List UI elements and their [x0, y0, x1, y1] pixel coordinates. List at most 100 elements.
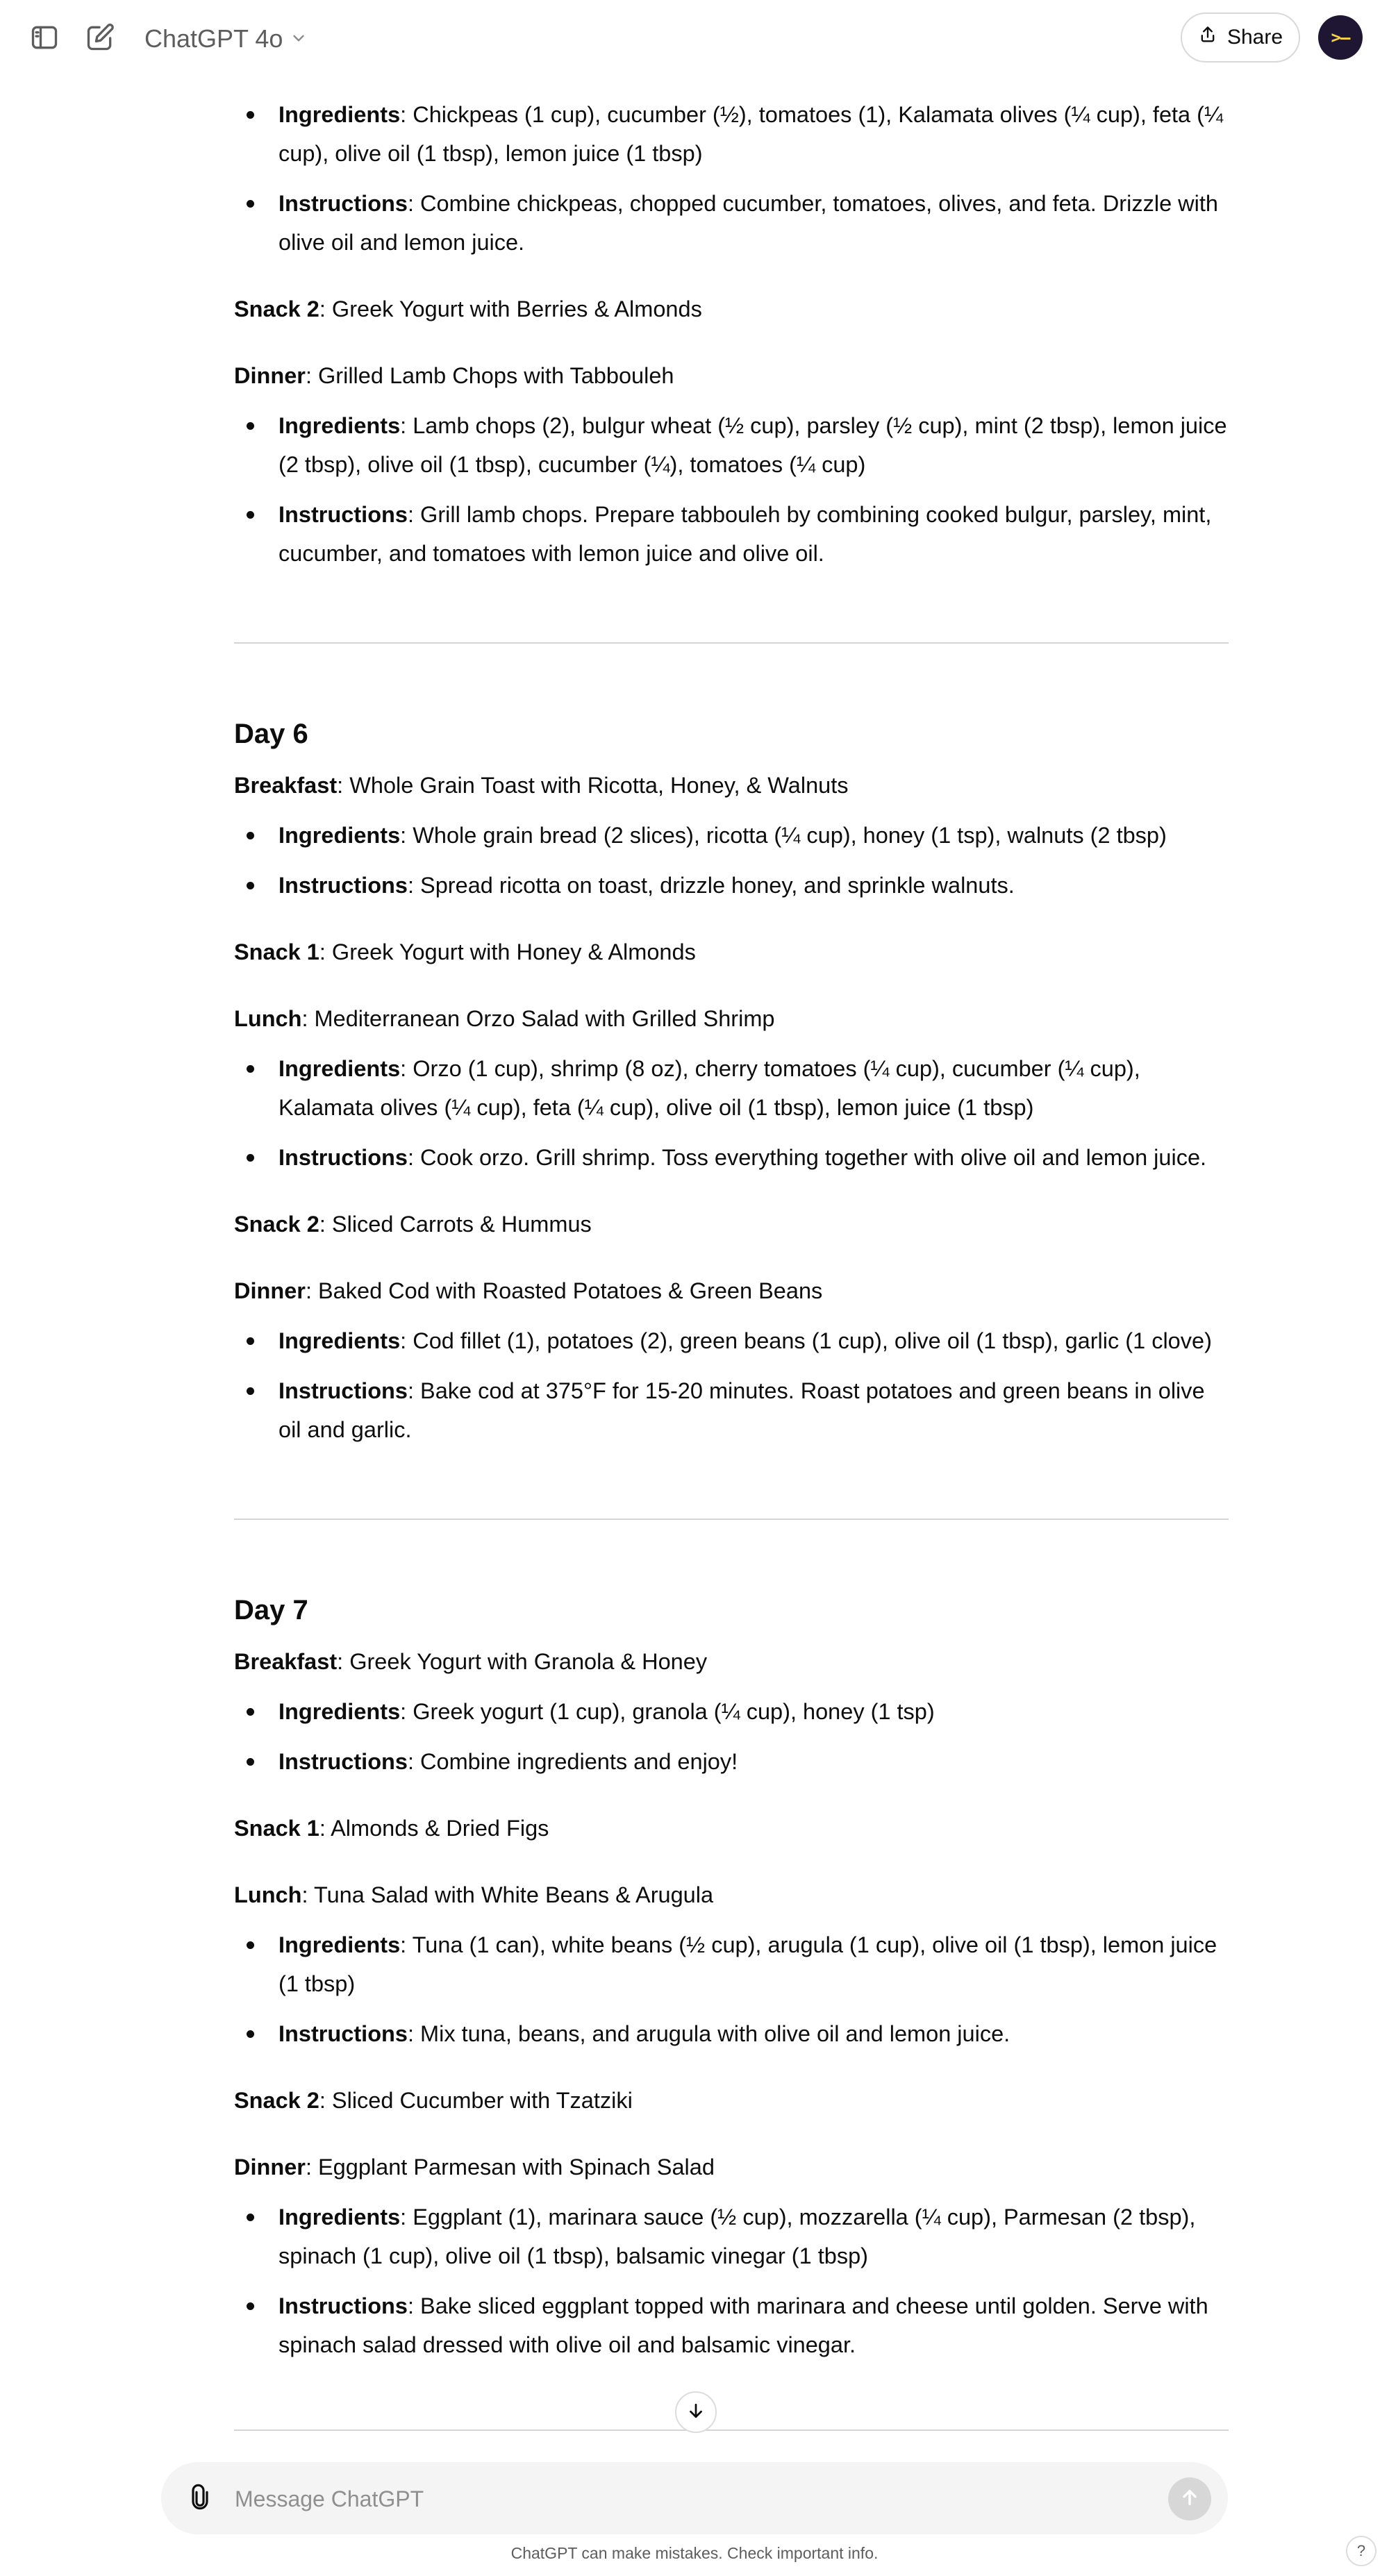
- meal-text: : Greek Yogurt with Honey & Almonds: [319, 939, 696, 964]
- list-item: Instructions: Grill lamb chops. Prepare …: [247, 495, 1229, 573]
- meal-label: Snack 2: [234, 1212, 319, 1237]
- meal-text: : Sliced Cucumber with Tzatziki: [319, 2088, 633, 2113]
- list-item: Instructions: Mix tuna, beans, and arugu…: [247, 2014, 1229, 2053]
- meal-line: Snack 2: Greek Yogurt with Berries & Alm…: [234, 290, 1229, 328]
- ingredients-label: Ingredients: [278, 1328, 401, 1353]
- instructions-label: Instructions: [278, 191, 408, 216]
- meal-text: : Baked Cod with Roasted Potatoes & Gree…: [305, 1278, 823, 1303]
- meal-label: Dinner: [234, 1278, 306, 1303]
- day-heading: Day 7: [234, 1595, 308, 1625]
- day7-dinner-list: Ingredients: Eggplant (1), marinara sauc…: [234, 2198, 1229, 2364]
- instructions-text: : Spread ricotta on toast, drizzle honey…: [408, 873, 1015, 898]
- meal-text: : Eggplant Parmesan with Spinach Salad: [305, 2155, 715, 2180]
- ingredients-text: : Greek yogurt (1 cup), granola (¼ cup),…: [400, 1699, 935, 1724]
- chevron-down-icon: [290, 24, 308, 53]
- instructions-text: : Grill lamb chops. Prepare tabbouleh by…: [278, 502, 1212, 566]
- meal-line: Dinner: Baked Cod with Roasted Potatoes …: [234, 1271, 1229, 1310]
- list-item: Ingredients: Orzo (1 cup), shrimp (8 oz)…: [247, 1049, 1229, 1127]
- meal-line: Lunch: Tuna Salad with White Beans & Aru…: [234, 1875, 1229, 1914]
- list-item: Instructions: Bake cod at 375°F for 15-2…: [247, 1371, 1229, 1449]
- meal-label: Lunch: [234, 1882, 302, 1907]
- list-item: Ingredients: Chickpeas (1 cup), cucumber…: [247, 95, 1229, 173]
- meal-line: Snack 1: Greek Yogurt with Honey & Almon…: [234, 932, 1229, 971]
- section-divider: [234, 2429, 1229, 2431]
- avatar[interactable]: >–: [1318, 15, 1363, 60]
- help-button[interactable]: ?: [1346, 2536, 1376, 2566]
- instructions-text: : Bake sliced eggplant topped with marin…: [278, 2293, 1208, 2357]
- ingredients-text: : Cod fillet (1), potatoes (2), green be…: [400, 1328, 1212, 1353]
- ingredients-text: : Tuna (1 can), white beans (½ cup), aru…: [278, 1932, 1217, 1996]
- meal-line: Dinner: Eggplant Parmesan with Spinach S…: [234, 2148, 1229, 2186]
- meal-label: Snack 1: [234, 1816, 319, 1841]
- ingredients-text: : Lamb chops (2), bulgur wheat (½ cup), …: [278, 413, 1227, 477]
- instructions-label: Instructions: [278, 1378, 408, 1403]
- send-button[interactable]: [1168, 2477, 1211, 2520]
- share-button[interactable]: Share: [1181, 12, 1300, 62]
- message-input[interactable]: [233, 2479, 1104, 2519]
- ingredients-label: Ingredients: [278, 1056, 401, 1081]
- instructions-label: Instructions: [278, 2021, 408, 2046]
- day5-lunch-list: Ingredients: Chickpeas (1 cup), cucumber…: [234, 95, 1229, 262]
- help-label: ?: [1356, 2542, 1366, 2559]
- list-item: Instructions: Combine chickpeas, chopped…: [247, 184, 1229, 262]
- meal-label: Snack 2: [234, 2088, 319, 2113]
- instructions-text: : Cook orzo. Grill shrimp. Toss everythi…: [408, 1145, 1207, 1170]
- ingredients-text: : Whole grain bread (2 slices), ricotta …: [400, 823, 1167, 848]
- meal-text: : Greek Yogurt with Berries & Almonds: [319, 296, 702, 321]
- arrow-down-icon: [685, 2400, 706, 2425]
- meal-line: Snack 2: Sliced Cucumber with Tzatziki: [234, 2081, 1229, 2120]
- assistant-message: Ingredients: Chickpeas (1 cup), cucumber…: [234, 78, 1229, 2431]
- paperclip-icon: [186, 2483, 214, 2514]
- model-switcher[interactable]: ChatGPT 4o: [136, 18, 316, 60]
- ingredients-label: Ingredients: [278, 823, 401, 848]
- instructions-label: Instructions: [278, 2293, 408, 2318]
- ingredients-label: Ingredients: [278, 413, 401, 438]
- list-item: Instructions: Combine ingredients and en…: [247, 1742, 1229, 1781]
- message-composer: [161, 2462, 1228, 2534]
- list-item: Ingredients: Greek yogurt (1 cup), grano…: [247, 1692, 1229, 1731]
- meal-line: Breakfast: Whole Grain Toast with Ricott…: [234, 766, 1229, 805]
- share-icon: [1198, 25, 1217, 50]
- meal-text: : Grilled Lamb Chops with Tabbouleh: [305, 363, 674, 388]
- list-item: Ingredients: Cod fillet (1), potatoes (2…: [247, 1321, 1229, 1360]
- ingredients-label: Ingredients: [278, 102, 401, 127]
- scroll-to-bottom-button[interactable]: [675, 2391, 717, 2433]
- arrow-up-icon: [1179, 2486, 1201, 2512]
- meal-text: : Whole Grain Toast with Ricotta, Honey,…: [337, 773, 849, 798]
- meal-label: Breakfast: [234, 773, 338, 798]
- meal-label: Dinner: [234, 363, 306, 388]
- instructions-label: Instructions: [278, 1749, 408, 1774]
- meal-line: Snack 2: Sliced Carrots & Hummus: [234, 1205, 1229, 1244]
- ingredients-label: Ingredients: [278, 2205, 401, 2230]
- sidebar-toggle-button[interactable]: [26, 21, 63, 57]
- instructions-text: : Combine chickpeas, chopped cucumber, t…: [278, 191, 1218, 255]
- list-item: Ingredients: Tuna (1 can), white beans (…: [247, 1925, 1229, 2003]
- disclaimer-text: ChatGPT can make mistakes. Check importa…: [510, 2544, 879, 2562]
- meal-label: Snack 2: [234, 296, 319, 321]
- section-divider: [234, 1519, 1229, 1520]
- day-heading: Day 6: [234, 719, 308, 749]
- sidebar-toggle-icon: [29, 22, 60, 56]
- share-label: Share: [1226, 26, 1283, 49]
- section-divider: [234, 642, 1229, 644]
- meal-label: Snack 1: [234, 939, 319, 964]
- new-chat-button[interactable]: [82, 21, 118, 57]
- model-name: ChatGPT 4o: [144, 24, 283, 53]
- meal-line: Breakfast: Greek Yogurt with Granola & H…: [234, 1642, 1229, 1681]
- meal-text: : Greek Yogurt with Granola & Honey: [337, 1649, 708, 1674]
- day7-breakfast-list: Ingredients: Greek yogurt (1 cup), grano…: [234, 1692, 1229, 1781]
- attach-button[interactable]: [182, 2480, 218, 2516]
- instructions-text: : Bake cod at 375°F for 15-20 minutes. R…: [278, 1378, 1205, 1442]
- list-item: Instructions: Bake sliced eggplant toppe…: [247, 2286, 1229, 2364]
- meal-label: Lunch: [234, 1006, 302, 1031]
- meal-line: Dinner: Grilled Lamb Chops with Tabboule…: [234, 356, 1229, 395]
- day6-breakfast-list: Ingredients: Whole grain bread (2 slices…: [234, 816, 1229, 905]
- meal-text: : Mediterranean Orzo Salad with Grilled …: [301, 1006, 775, 1031]
- list-item: Instructions: Spread ricotta on toast, d…: [247, 866, 1229, 905]
- instructions-label: Instructions: [278, 1145, 408, 1170]
- day5-dinner-list: Ingredients: Lamb chops (2), bulgur whea…: [234, 406, 1229, 573]
- list-item: Ingredients: Eggplant (1), marinara sauc…: [247, 2198, 1229, 2275]
- list-item: Ingredients: Whole grain bread (2 slices…: [247, 816, 1229, 855]
- ingredients-text: : Orzo (1 cup), shrimp (8 oz), cherry to…: [278, 1056, 1140, 1120]
- meal-label: Dinner: [234, 2155, 306, 2180]
